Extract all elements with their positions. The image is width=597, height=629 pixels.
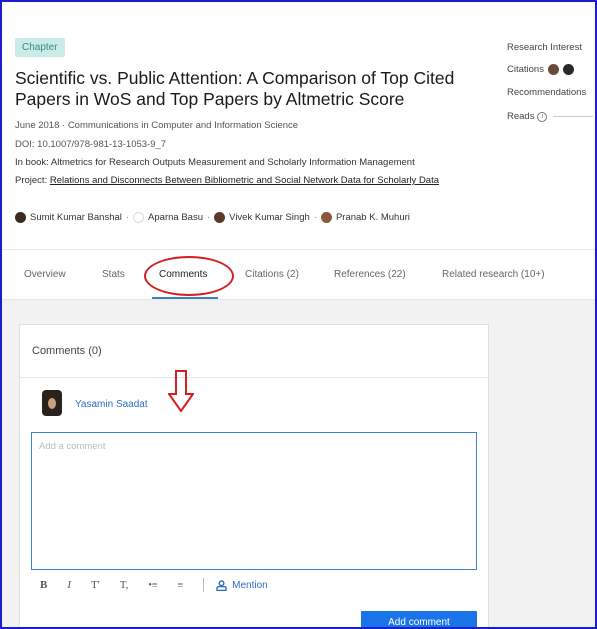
numbered-list-button[interactable]: ≡	[178, 580, 184, 591]
comment-format-toolbar: B I T' T, •≡ ≡ Mention	[40, 578, 268, 592]
stat-research-interest-label: Research Interest	[507, 42, 582, 53]
add-comment-button[interactable]: Add comment	[361, 611, 477, 627]
tab-stats[interactable]: Stats	[102, 269, 125, 280]
stat-research-interest: Research Interest	[507, 42, 582, 53]
author-separator: ·	[125, 212, 130, 223]
project-link[interactable]: Relations and Disconnects Between Biblio…	[50, 175, 439, 186]
author-separator: ·	[206, 212, 211, 223]
publication-type-badge: Chapter	[15, 38, 65, 57]
stat-citations-label: Citations	[507, 64, 544, 75]
comments-card: Comments (0) Yasamin Saadat B I T' T, •≡…	[19, 324, 489, 627]
publication-date-series: June 2018 · Communications in Computer a…	[15, 120, 299, 131]
publication-doi: DOI: 10.1007/978-981-13-1053-9_7	[15, 139, 167, 150]
author-avatar	[15, 212, 26, 223]
author-name[interactable]: Pranab K. Muhuri	[336, 212, 410, 223]
citer-avatar	[562, 64, 574, 75]
author-separator: ·	[313, 212, 317, 223]
bold-button[interactable]: B	[40, 579, 47, 591]
person-icon	[216, 579, 227, 591]
info-icon[interactable]: i	[537, 111, 548, 122]
screenshot-frame: Chapter Scientific vs. Public Attention:…	[0, 0, 597, 629]
citer-avatar	[547, 64, 559, 75]
superscript-button[interactable]: T'	[91, 579, 100, 591]
author-list: Sumit Kumar Banshal · Aparna Basu · Vive…	[15, 212, 410, 223]
publication-project: Project: Relations and Disconnects Betwe…	[15, 174, 485, 187]
tab-overview[interactable]: Overview	[24, 269, 66, 280]
stat-reads: Reads i	[507, 111, 594, 122]
publication-in-book: In book: Altmetrics for Research Outputs…	[15, 157, 415, 168]
current-user-name[interactable]: Yasamin Saadat	[75, 399, 148, 410]
mention-label: Mention	[232, 579, 268, 591]
mention-button[interactable]: Mention	[216, 580, 268, 591]
tab-citations[interactable]: Citations (2)	[245, 269, 299, 280]
right-panel	[489, 300, 595, 627]
stat-recommendations-label: Recommendations	[507, 87, 587, 98]
comments-count-title: Comments (0)	[32, 345, 102, 357]
tab-references[interactable]: References (22)	[334, 269, 406, 280]
annotation-red-oval	[144, 256, 234, 296]
annotation-down-arrow-icon	[168, 370, 194, 412]
italic-button[interactable]: I	[67, 579, 71, 591]
stat-citations: Citations	[507, 64, 578, 75]
publication-title: Scientific vs. Public Attention: A Compa…	[15, 68, 455, 109]
bullet-list-button[interactable]: •≡	[148, 580, 157, 591]
toolbar-separator	[203, 578, 205, 592]
author-name[interactable]: Sumit Kumar Banshal	[30, 212, 122, 223]
stat-recommendations: Recommendations	[507, 87, 586, 98]
author-avatar	[320, 212, 332, 223]
stat-reads-label: Reads	[507, 111, 535, 122]
author-avatar	[133, 212, 145, 223]
project-prefix: Project:	[15, 175, 48, 186]
tab-related-research[interactable]: Related research (10+)	[442, 269, 545, 280]
author-name[interactable]: Vivek Kumar Singh	[229, 212, 310, 223]
tabs-top-divider	[2, 249, 595, 250]
comments-card-header: Comments (0)	[20, 325, 488, 378]
subscript-button[interactable]: T,	[120, 579, 129, 591]
reads-bar	[553, 116, 594, 117]
comment-box	[31, 432, 477, 570]
author-avatar	[214, 212, 226, 223]
author-name[interactable]: Aparna Basu	[148, 212, 203, 223]
comment-input[interactable]	[32, 433, 476, 569]
avatar	[42, 390, 62, 416]
